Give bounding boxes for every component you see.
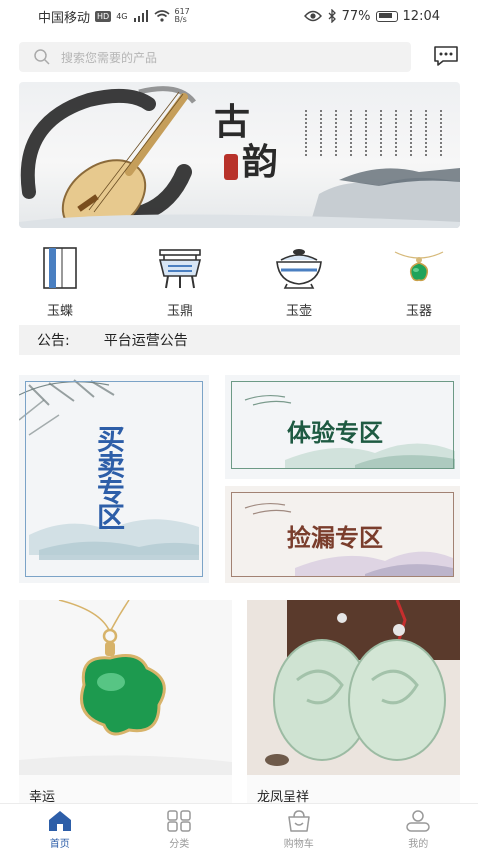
poem-column bbox=[395, 110, 401, 156]
category-item-yuhu[interactable]: 玉壶 bbox=[259, 244, 339, 319]
profile-icon bbox=[405, 809, 431, 833]
nav-profile[interactable]: 我的 bbox=[359, 804, 478, 850]
search-bar[interactable]: 搜索您需要的产品 bbox=[19, 42, 411, 72]
banner-title-line1: 古 bbox=[214, 101, 253, 143]
experience-zone-title: 体验专区 bbox=[287, 418, 383, 447]
product-card[interactable]: 龙凤呈祥 bbox=[247, 600, 460, 805]
announcement-bar[interactable]: 公告: 平台运营公告 bbox=[19, 325, 460, 355]
poem-column bbox=[410, 110, 416, 156]
jade-pendant-icon bbox=[389, 244, 449, 292]
nav-label: 购物车 bbox=[283, 839, 314, 850]
bottom-navigation: 首页 分类 购物车 我的 bbox=[0, 803, 478, 850]
announcement-label: 公告: bbox=[37, 333, 70, 349]
search-input[interactable]: 搜索您需要的产品 bbox=[61, 49, 157, 66]
poem-column bbox=[440, 110, 446, 156]
grid-icon bbox=[166, 809, 192, 833]
bargain-zone[interactable]: 捡漏专区 bbox=[225, 486, 460, 583]
hd-badge: HD bbox=[95, 10, 112, 22]
wifi-icon bbox=[153, 10, 170, 22]
battery-icon bbox=[375, 10, 398, 22]
category-item-yudie[interactable]: 玉蝶 bbox=[20, 244, 100, 319]
buy-sell-zone[interactable]: 买卖专区 bbox=[19, 375, 209, 583]
signal-icon bbox=[133, 10, 148, 22]
cart-icon bbox=[286, 809, 312, 833]
category-row: 玉蝶 玉鼎 玉壶 玉器 bbox=[0, 244, 478, 320]
poem-column bbox=[335, 110, 341, 156]
tripod-cauldron-icon bbox=[150, 244, 210, 292]
category-label: 玉器 bbox=[405, 304, 432, 319]
announcement-text[interactable]: 平台运营公告 bbox=[104, 330, 188, 350]
status-bar: 中国移动 HD 4G 617 B/s 77% 12:04 bbox=[0, 0, 478, 32]
home-icon bbox=[47, 809, 73, 833]
battery-percent: 77% bbox=[341, 8, 371, 24]
chat-bubble-icon bbox=[434, 46, 458, 66]
nav-home[interactable]: 首页 bbox=[0, 804, 120, 850]
banner-poem bbox=[305, 110, 446, 156]
clock: 12:04 bbox=[402, 8, 440, 24]
banner-title-line2: 韵 bbox=[242, 141, 281, 183]
category-label: 玉鼎 bbox=[166, 304, 193, 319]
status-left: 中国移动 HD 4G 617 B/s bbox=[38, 7, 190, 26]
net-speed: 617 B/s bbox=[175, 8, 190, 24]
poem-column bbox=[425, 110, 431, 156]
green-pendant-image bbox=[19, 600, 232, 775]
jade-couple-pendant-image bbox=[247, 600, 460, 775]
status-right: 77% 12:04 bbox=[303, 8, 440, 24]
hero-banner[interactable]: 古 韵 bbox=[19, 82, 460, 228]
nav-label: 我的 bbox=[408, 839, 429, 850]
poem-column bbox=[365, 110, 371, 156]
net-speed-unit: B/s bbox=[174, 15, 187, 24]
nav-label: 分类 bbox=[169, 839, 190, 850]
nav-cart[interactable]: 购物车 bbox=[239, 804, 359, 850]
nav-category[interactable]: 分类 bbox=[120, 804, 240, 850]
category-label: 玉壶 bbox=[285, 304, 312, 319]
nav-label: 首页 bbox=[49, 839, 70, 850]
category-item-yuding[interactable]: 玉鼎 bbox=[140, 244, 220, 319]
bargain-zone-title: 捡漏专区 bbox=[287, 523, 383, 552]
category-item-yuqi[interactable]: 玉器 bbox=[379, 244, 459, 319]
signal-type: 4G bbox=[116, 11, 128, 21]
product-card[interactable]: 幸运 bbox=[19, 600, 232, 805]
carrier-label: 中国移动 bbox=[38, 10, 91, 26]
jade-pot-icon bbox=[269, 244, 329, 292]
category-label: 玉蝶 bbox=[46, 304, 73, 319]
search-icon bbox=[33, 47, 53, 67]
message-button[interactable] bbox=[433, 45, 459, 67]
buy-sell-zone-title: 买卖专区 bbox=[97, 423, 126, 534]
bluetooth-icon bbox=[328, 9, 336, 23]
poem-column bbox=[305, 110, 311, 156]
poem-column bbox=[320, 110, 326, 156]
poem-column bbox=[380, 110, 386, 156]
scroll-book-icon bbox=[30, 244, 90, 292]
seal-stamp bbox=[224, 154, 238, 180]
experience-zone[interactable]: 体验专区 bbox=[225, 375, 460, 479]
eye-icon bbox=[303, 10, 322, 22]
poem-column bbox=[350, 110, 356, 156]
